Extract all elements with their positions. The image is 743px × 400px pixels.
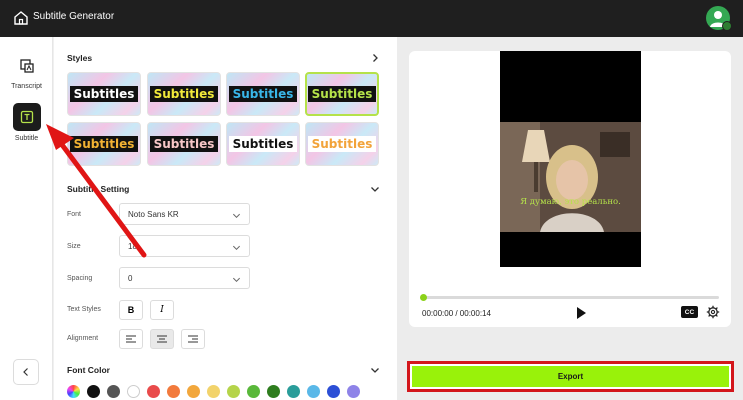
export-button[interactable]: Export bbox=[412, 366, 729, 387]
style-card[interactable]: Subtitles bbox=[226, 72, 300, 116]
color-swatch[interactable] bbox=[167, 385, 180, 398]
style-card[interactable]: Subtitles bbox=[147, 122, 221, 166]
align-right-button[interactable] bbox=[181, 329, 205, 349]
collapse-panel-button[interactable] bbox=[13, 359, 39, 385]
align-left-button[interactable] bbox=[119, 329, 143, 349]
color-swatch[interactable] bbox=[287, 385, 300, 398]
chevron-down-icon bbox=[232, 245, 241, 251]
style-card-text: Subtitles bbox=[228, 86, 298, 102]
size-select-value: 18 bbox=[128, 242, 137, 251]
app-root: Subtitle Generator Transcript Subtitle S… bbox=[0, 0, 743, 400]
style-card-text: Subtitles bbox=[69, 136, 139, 152]
font-select-value: Noto Sans KR bbox=[128, 210, 179, 219]
color-swatch[interactable] bbox=[87, 385, 100, 398]
style-card-text: Subtitles bbox=[307, 136, 377, 152]
style-card[interactable]: Subtitles bbox=[67, 122, 141, 166]
color-swatch[interactable] bbox=[267, 385, 280, 398]
text-styles-label: Text Styles bbox=[67, 306, 101, 313]
subtitle-icon bbox=[12, 103, 41, 131]
chevron-down-icon[interactable] bbox=[370, 365, 380, 375]
align-center-icon bbox=[157, 335, 167, 343]
italic-button[interactable]: I bbox=[150, 300, 174, 320]
nav-item-transcript[interactable]: Transcript bbox=[0, 53, 53, 90]
top-bar: Subtitle Generator bbox=[0, 0, 743, 37]
style-card-text: Subtitles bbox=[307, 86, 377, 102]
style-card-selected[interactable]: Subtitles bbox=[305, 72, 379, 116]
color-swatch[interactable] bbox=[227, 385, 240, 398]
style-card[interactable]: Subtitles bbox=[226, 122, 300, 166]
size-label: Size bbox=[67, 243, 81, 250]
nav-item-subtitle[interactable]: Subtitle bbox=[0, 103, 53, 142]
rainbow-swatch[interactable] bbox=[67, 385, 80, 398]
video-subtitle-text: Я думаю, это реально. bbox=[520, 197, 621, 207]
alignment-label: Alignment bbox=[67, 335, 99, 342]
bold-button[interactable]: B bbox=[119, 300, 143, 320]
app-title: Subtitle Generator bbox=[33, 11, 115, 22]
video-player: Я думаю, это реально. 00:00:00 / 00:00:1… bbox=[409, 51, 731, 327]
subtitle-setting-heading: Subtitle Setting bbox=[67, 184, 130, 194]
progress-bar[interactable] bbox=[420, 294, 719, 301]
color-swatch[interactable] bbox=[107, 385, 120, 398]
chevron-down-icon bbox=[232, 213, 241, 219]
color-swatch[interactable] bbox=[127, 385, 140, 398]
color-swatch[interactable] bbox=[247, 385, 260, 398]
avatar-status-badge bbox=[722, 21, 732, 31]
size-select[interactable]: 18 bbox=[119, 235, 250, 257]
style-card[interactable]: Subtitles bbox=[67, 72, 141, 116]
chevron-left-icon bbox=[23, 368, 28, 376]
chevron-down-icon bbox=[232, 277, 241, 283]
styles-heading: Styles bbox=[67, 53, 93, 63]
color-swatch[interactable] bbox=[187, 385, 200, 398]
chevron-down-icon[interactable] bbox=[370, 184, 380, 194]
font-label: Font bbox=[67, 211, 82, 218]
chevron-right-icon[interactable] bbox=[370, 53, 380, 63]
captions-button[interactable]: CC bbox=[681, 306, 698, 318]
home-icon[interactable] bbox=[13, 10, 29, 26]
font-select[interactable]: Noto Sans KR bbox=[119, 203, 250, 225]
align-center-button[interactable] bbox=[150, 329, 174, 349]
color-swatch[interactable] bbox=[307, 385, 320, 398]
color-swatch[interactable] bbox=[147, 385, 160, 398]
color-swatch[interactable] bbox=[347, 385, 360, 398]
style-card-text: Subtitles bbox=[149, 86, 219, 102]
play-icon[interactable] bbox=[575, 306, 587, 320]
video-canvas[interactable]: Я думаю, это реально. bbox=[500, 51, 641, 267]
style-card-text: Subtitles bbox=[149, 136, 219, 152]
settings-panel: Styles Subtitles Subtitles Subtitles Sub… bbox=[54, 37, 397, 400]
style-card[interactable]: Subtitles bbox=[305, 122, 379, 166]
spacing-label: Spacing bbox=[67, 275, 93, 282]
align-left-icon bbox=[126, 335, 136, 343]
style-card-text: Subtitles bbox=[228, 136, 298, 152]
progress-handle[interactable] bbox=[420, 294, 427, 301]
gear-icon[interactable] bbox=[706, 305, 720, 319]
video-frame-image bbox=[500, 122, 641, 232]
nav-label-subtitle: Subtitle bbox=[14, 135, 39, 142]
spacing-select-value: 0 bbox=[128, 274, 133, 283]
font-color-heading: Font Color bbox=[67, 365, 110, 375]
time-display: 00:00:00 / 00:00:14 bbox=[422, 309, 491, 318]
color-swatch[interactable] bbox=[327, 385, 340, 398]
style-card-text: Subtitles bbox=[69, 86, 139, 102]
nav-label-transcript: Transcript bbox=[11, 83, 42, 90]
spacing-select[interactable]: 0 bbox=[119, 267, 250, 289]
export-highlight-box: Export bbox=[407, 361, 734, 392]
color-swatch[interactable] bbox=[207, 385, 220, 398]
preview-area: Я думаю, это реально. 00:00:00 / 00:00:1… bbox=[397, 37, 743, 400]
align-right-icon bbox=[188, 335, 198, 343]
style-card[interactable]: Subtitles bbox=[147, 72, 221, 116]
left-nav: Transcript Subtitle bbox=[0, 37, 53, 400]
transcript-icon bbox=[13, 53, 40, 79]
